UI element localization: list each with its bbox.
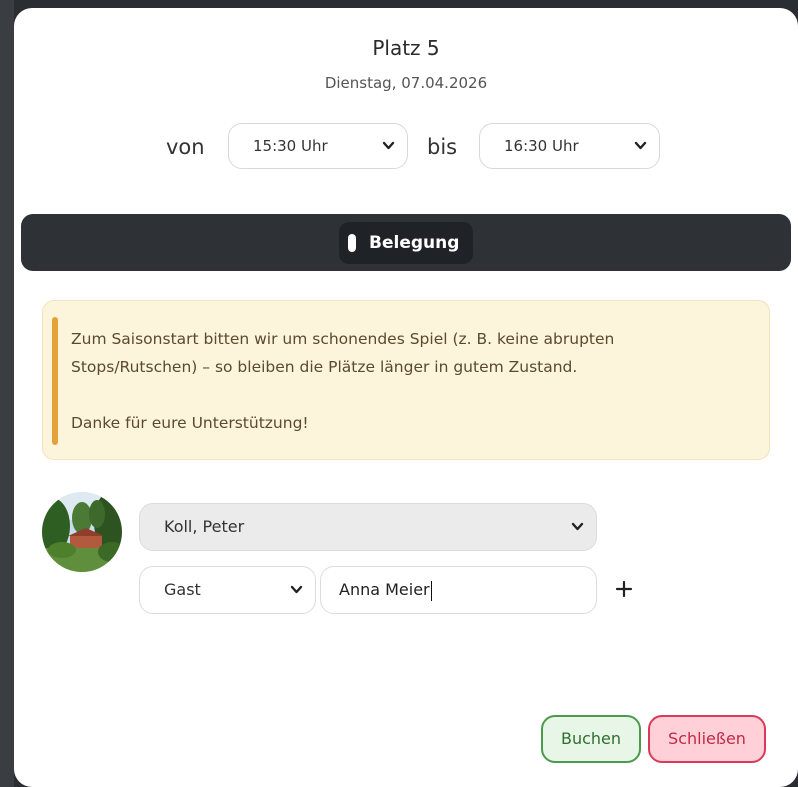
occupancy-bar: Belegung <box>21 214 791 271</box>
from-label: von <box>166 135 205 159</box>
time-range-row: von 15:30 Uhr bis 16:30 Uhr <box>14 123 798 173</box>
chevron-down-icon <box>290 567 303 633</box>
booking-date: Dienstag, 07.04.2026 <box>324 74 488 92</box>
start-time-value: 15:30 Uhr <box>253 137 328 155</box>
player-type-value: Gast <box>164 580 201 599</box>
chevron-down-icon <box>382 124 395 187</box>
member-select[interactable]: Koll, Peter <box>139 503 597 551</box>
chevron-down-icon <box>571 504 584 570</box>
occupancy-toggle[interactable]: Belegung <box>339 222 473 264</box>
occupancy-indicator-icon <box>348 234 356 252</box>
notice-line-3: Danke für eure Unterstützung! <box>71 414 309 432</box>
book-button[interactable]: Buchen <box>541 715 641 763</box>
plus-icon[interactable] <box>612 574 636 604</box>
member-value: Koll, Peter <box>164 517 245 536</box>
court-title: Platz 5 <box>372 36 440 60</box>
start-time-select[interactable]: 15:30 Uhr <box>228 123 408 169</box>
chevron-down-icon <box>634 124 647 187</box>
notice-line-2: Stops/Rutschen) – so bleiben die Plätze … <box>71 358 578 376</box>
notice-line-1: Zum Saisonstart bitten wir um schonendes… <box>71 330 615 348</box>
page-backdrop <box>0 0 14 787</box>
player-type-select[interactable]: Gast <box>139 566 316 614</box>
end-time-value: 16:30 Uhr <box>504 137 579 155</box>
season-notice: Zum Saisonstart bitten wir um schonendes… <box>42 300 770 460</box>
notice-accent <box>52 317 58 445</box>
booking-dialog: Platz 5 Dienstag, 07.04.2026 von 15:30 U… <box>14 8 798 787</box>
guest-name-value: Anna Meier <box>339 580 430 599</box>
guest-name-input[interactable]: Anna Meier <box>320 566 597 614</box>
close-button[interactable]: Schließen <box>648 715 766 763</box>
avatar <box>42 492 122 572</box>
text-cursor <box>430 580 432 601</box>
end-time-select[interactable]: 16:30 Uhr <box>479 123 660 169</box>
to-label: bis <box>427 135 458 159</box>
occupancy-label: Belegung <box>369 233 460 253</box>
